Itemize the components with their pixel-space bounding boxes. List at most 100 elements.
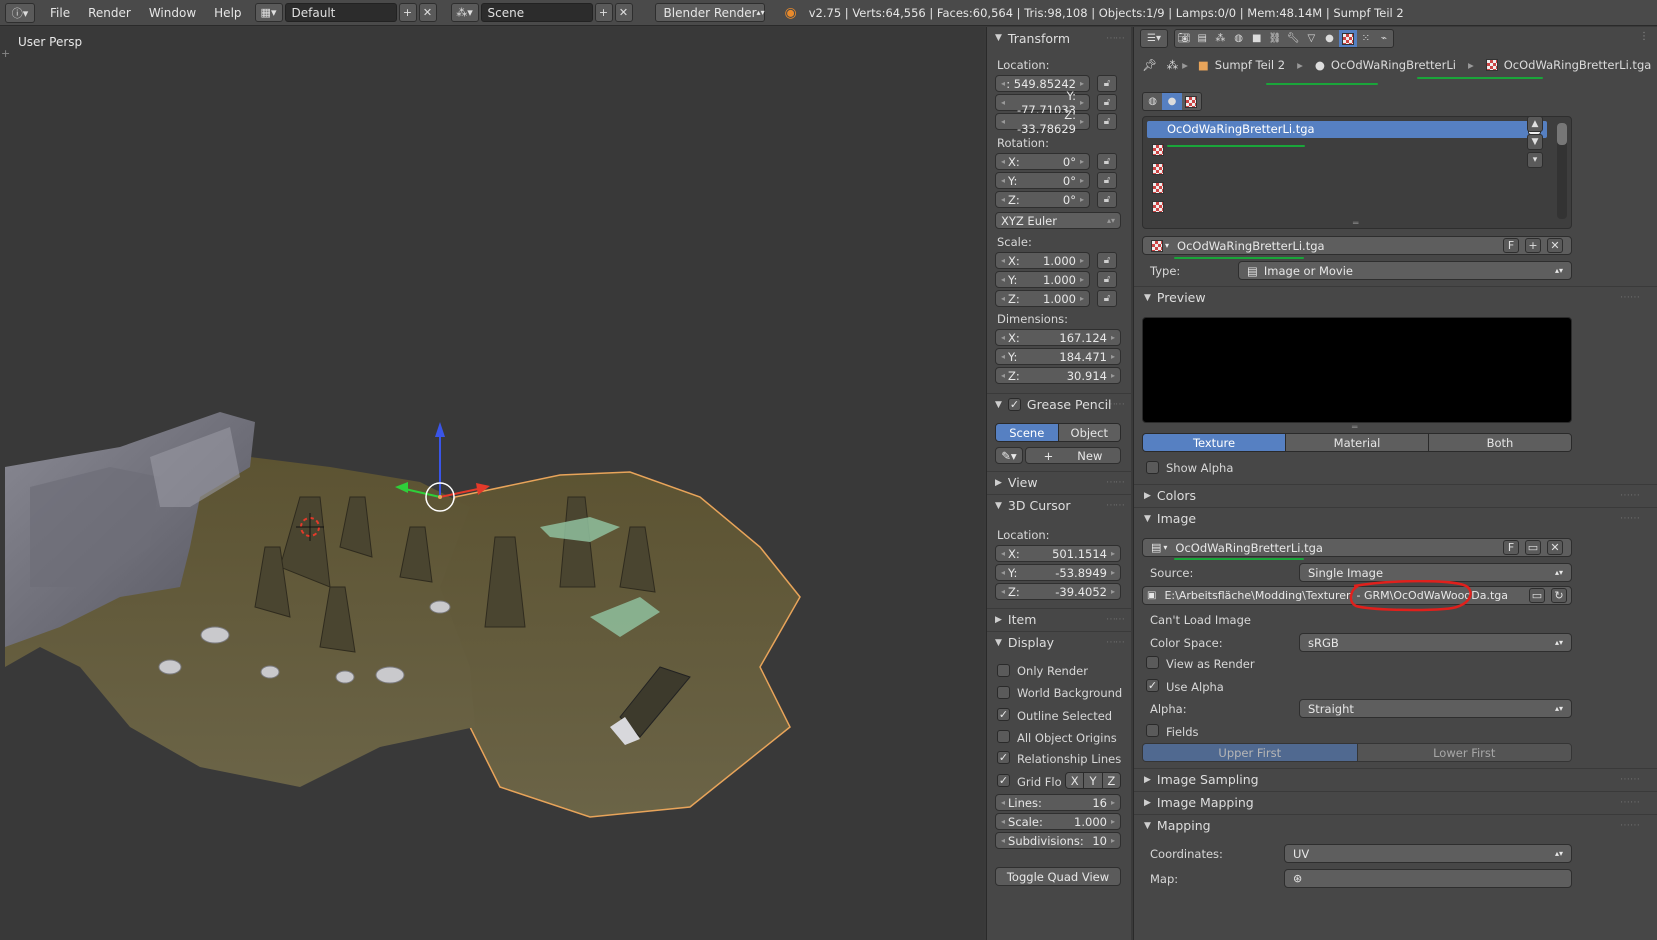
empty-slot-icon[interactable] (1152, 163, 1164, 175)
editor-type-icon[interactable]: ☰▾ (1140, 29, 1168, 48)
lock-icon[interactable]: 🔓︎ (1097, 153, 1117, 170)
texture-type-dropdown[interactable]: ▤ Image or Movie ▴▾ (1238, 261, 1572, 280)
upper-first-button[interactable]: Upper First (1143, 744, 1358, 761)
scale-z-field[interactable]: ◂ Z: 1.000 ▸ (995, 290, 1090, 307)
unlink-image-icon[interactable]: ✕ (1547, 540, 1563, 555)
data-tab-icon[interactable]: ▽ (1302, 30, 1320, 47)
browse-file-icon[interactable]: ▭ (1529, 588, 1545, 603)
lock-icon[interactable]: 🔓︎ (1097, 113, 1117, 130)
transform-panel-header[interactable]: ▼ Transform ⋯⋯ (987, 27, 1132, 49)
context-tabs[interactable]: 📷︎ ▤ ⁂ ◍ ■ ⛓︎ 🔧︎ ▽ ● ⁙ ⌁ (1174, 29, 1394, 48)
grease-pencil-checkbox[interactable]: ✓ (1007, 398, 1021, 411)
grease-scene-button[interactable]: Scene (996, 424, 1059, 441)
only-render-checkbox[interactable] (997, 664, 1010, 677)
open-image-icon[interactable]: ▭ (1525, 540, 1541, 555)
texture-slot-list[interactable]: OcOdWaRingBretterLi.tga ✓ ═ (1142, 116, 1572, 229)
mapping-panel-header[interactable]: ▼ Mapping ⋯⋯ (1134, 814, 1657, 836)
rotation-z-field[interactable]: ◂ Z: 0° ▸ (995, 191, 1090, 208)
all-object-origins-checkbox[interactable] (997, 730, 1010, 743)
colorspace-dropdown[interactable]: sRGB ▴▾ (1299, 633, 1572, 652)
pin-icon[interactable]: 📌︎ (1142, 58, 1157, 72)
lock-icon[interactable]: 🔓︎ (1097, 94, 1117, 111)
resize-grip-icon[interactable]: ═ (1353, 219, 1358, 229)
menu-help[interactable]: Help (205, 6, 250, 20)
show-alpha-checkbox[interactable] (1146, 461, 1159, 474)
material-tab-icon[interactable]: ● (1320, 30, 1338, 47)
dimension-y-field[interactable]: ◂ Y: 184.471 ▸ (995, 348, 1121, 365)
render-tab-icon[interactable]: 📷︎ (1175, 30, 1193, 47)
remove-layout-icon[interactable]: ✕ (418, 3, 437, 22)
cursor-z-field[interactable]: ◂ Z: -39.4052 ▸ (995, 583, 1121, 600)
view-panel-header[interactable]: ▶ View ⋯⋯ (987, 471, 1132, 493)
scale-x-field[interactable]: ◂ X: 1.000 ▸ (995, 252, 1090, 269)
relationship-lines-checkbox[interactable]: ✓ (997, 751, 1010, 764)
3d-cursor-panel-header[interactable]: ▼ 3D Cursor ⋯⋯ (987, 494, 1132, 516)
3d-viewport[interactable]: User Persp + (0, 27, 984, 940)
coordinates-dropdown[interactable]: UV ▴▾ (1284, 844, 1572, 863)
layers-tab-icon[interactable]: ▤ (1193, 30, 1211, 47)
particles-tab-icon[interactable]: ⁙ (1357, 30, 1375, 47)
outline-selected-checkbox[interactable]: ✓ (997, 708, 1010, 721)
axis-x-button[interactable]: X (1066, 773, 1085, 788)
cursor-y-field[interactable]: ◂ Y: -53.8949 ▸ (995, 564, 1121, 581)
image-fake-user-button[interactable]: F (1503, 540, 1519, 555)
view-as-render-checkbox[interactable] (1146, 656, 1159, 669)
texture-slot-selected[interactable]: OcOdWaRingBretterLi.tga ✓ (1147, 121, 1547, 138)
axis-y-button[interactable]: Y (1084, 773, 1103, 788)
fields-checkbox[interactable] (1146, 724, 1159, 737)
grip-icon[interactable]: ⋯⋯ (1106, 33, 1125, 44)
screen-layout-icon[interactable]: ▦▾ (254, 3, 283, 22)
remove-scene-icon[interactable]: ✕ (614, 3, 633, 22)
preview-panel-header[interactable]: ▼ Preview ⋯⋯ (1134, 286, 1657, 308)
display-panel-header[interactable]: ▼ Display ⋯⋯ (987, 631, 1132, 653)
dimension-x-field[interactable]: ◂ X: 167.124 ▸ (995, 329, 1121, 346)
modifiers-tab-icon[interactable]: 🔧︎ (1284, 30, 1302, 47)
menu-file[interactable]: File (41, 6, 79, 20)
image-datablock[interactable]: ▤ ▾ OcOdWaRingBretterLi.tga F ▭ ✕ (1142, 538, 1572, 557)
specials-menu-icon[interactable]: ▾ (1527, 152, 1543, 168)
scene-icon[interactable]: ⁂▾ (450, 3, 479, 22)
use-alpha-checkbox[interactable]: ✓ (1146, 679, 1159, 692)
preview-mode-toggle[interactable]: Texture Material Both (1142, 433, 1572, 452)
world-background-checkbox[interactable] (997, 686, 1010, 699)
reload-image-icon[interactable]: ↻ (1551, 588, 1567, 603)
alpha-dropdown[interactable]: Straight ▴▾ (1299, 699, 1572, 718)
lock-icon[interactable]: 🔓︎ (1097, 75, 1117, 92)
world-texture-icon[interactable]: ◍ (1143, 93, 1162, 110)
texture-context-toggle[interactable]: ◍ ● (1142, 92, 1202, 111)
grid-scale-field[interactable]: ◂ Scale: 1.000 ▸ (995, 813, 1121, 830)
toggle-quad-view-button[interactable]: Toggle Quad View (995, 867, 1121, 886)
lock-icon[interactable]: 🔓︎ (1097, 271, 1117, 288)
grid-lines-field[interactable]: ◂ Lines: 16 ▸ (995, 794, 1121, 811)
lock-icon[interactable]: 🔓︎ (1097, 191, 1117, 208)
uv-map-field[interactable]: ⊛ (1284, 869, 1572, 888)
grease-source-toggle[interactable]: Scene Object (995, 423, 1121, 442)
grid-floor-checkbox[interactable]: ✓ (997, 774, 1010, 787)
resize-grip-icon[interactable]: ═ (1352, 423, 1357, 433)
object-tab-icon[interactable]: ■ (1248, 30, 1266, 47)
menu-render[interactable]: Render (79, 6, 140, 20)
field-order-toggle[interactable]: Upper First Lower First (1142, 743, 1572, 762)
image-browse-icon[interactable]: ▤ (1151, 541, 1161, 554)
fake-user-button[interactable]: F (1503, 238, 1519, 253)
unlink-texture-icon[interactable]: ✕ (1547, 238, 1563, 253)
scale-y-field[interactable]: ◂ Y: 1.000 ▸ (995, 271, 1090, 288)
physics-tab-icon[interactable]: ⌁ (1375, 30, 1393, 47)
grid-subdivisions-field[interactable]: ◂ Subdivisions: 10 ▸ (995, 832, 1121, 849)
material-texture-icon[interactable]: ● (1162, 93, 1182, 110)
empty-slot-icon[interactable] (1152, 201, 1164, 213)
menu-window[interactable]: Window (140, 6, 205, 20)
lock-icon[interactable]: 🔓︎ (1097, 290, 1117, 307)
image-sampling-panel-header[interactable]: ▶ Image Sampling ⋯⋯ (1134, 768, 1657, 790)
colors-panel-header[interactable]: ▶ Colors ⋯⋯ (1134, 484, 1657, 506)
grid-axes-toggle[interactable]: X Y Z (1065, 772, 1121, 789)
render-engine-dropdown[interactable]: Blender Render ▴▾ (654, 3, 765, 22)
grease-pencil-panel-header[interactable]: ▼ ✓ Grease Pencil ⋯⋯ (987, 393, 1132, 415)
add-scene-icon[interactable]: + (594, 3, 613, 22)
axis-z-button[interactable]: Z (1102, 773, 1120, 788)
pencil-icon[interactable]: ✎▾ (995, 447, 1023, 464)
scroll-grip-icon[interactable]: ⋮ (1639, 31, 1649, 42)
location-z-field[interactable]: ◂ Z: -33.78629 ▸ (995, 108, 1090, 136)
lower-first-button[interactable]: Lower First (1357, 744, 1571, 761)
image-mapping-panel-header[interactable]: ▶ Image Mapping ⋯⋯ (1134, 791, 1657, 813)
